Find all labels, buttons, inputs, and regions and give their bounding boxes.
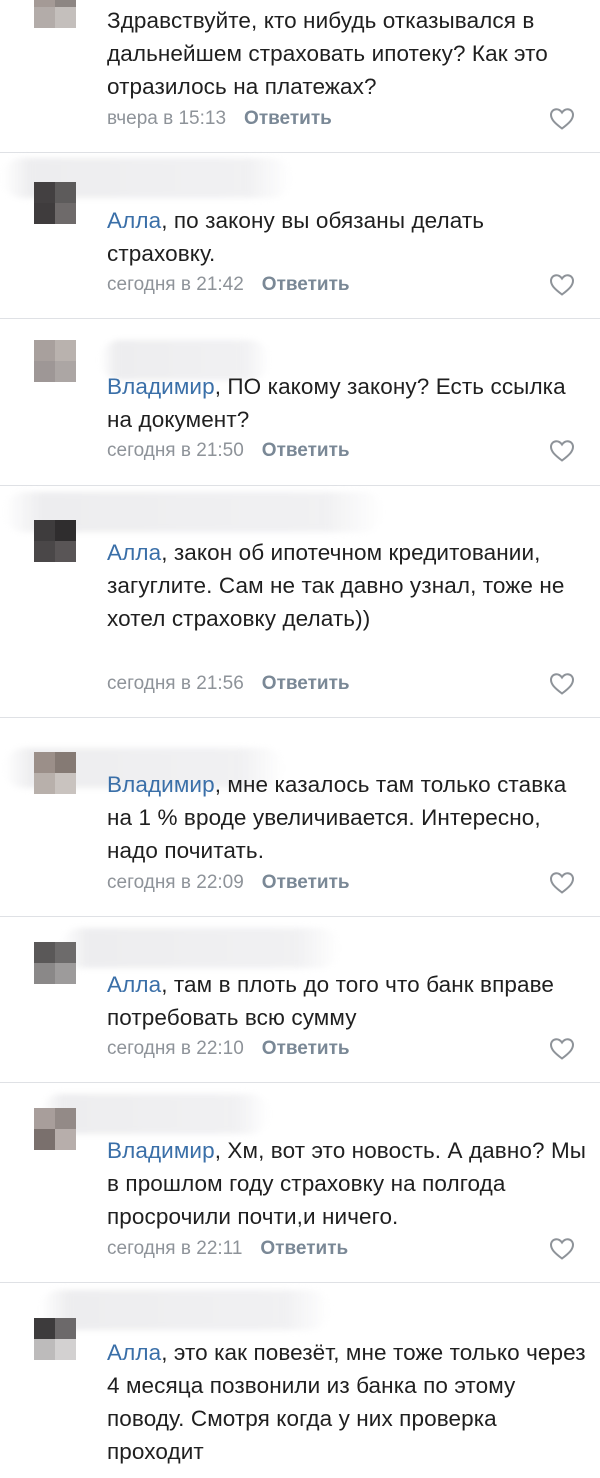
heart-outline-icon (549, 1038, 575, 1060)
avatar[interactable] (34, 942, 76, 984)
mention-link[interactable]: Алла (107, 540, 161, 565)
like-button[interactable] (549, 871, 575, 895)
comment-time: сегодня в 21:50 (107, 440, 244, 461)
avatar[interactable] (34, 182, 76, 224)
mention-link[interactable]: Алла (107, 1340, 161, 1365)
avatar[interactable] (34, 1108, 76, 1150)
divider (0, 1082, 600, 1083)
comment-meta: сегодня в 21:50 Ответить (107, 439, 350, 463)
like-button[interactable] (549, 1237, 575, 1261)
comment-text: Владимир, ПО какому закону? Есть ссылка … (107, 374, 566, 432)
like-button[interactable] (549, 107, 575, 131)
comment-meta: сегодня в 21:56 Ответить (107, 672, 350, 696)
mention-link[interactable]: Владимир (107, 374, 215, 399)
comment-time: сегодня в 22:09 (107, 872, 244, 893)
heart-outline-icon (549, 274, 575, 296)
comment-text: Алла, закон об ипотечном кредитовании, з… (107, 540, 565, 631)
like-button[interactable] (549, 273, 575, 297)
heart-outline-icon (549, 872, 575, 894)
comment-time: сегодня в 21:56 (107, 673, 244, 694)
comment-time: сегодня в 21:42 (107, 274, 244, 295)
reply-button[interactable]: Ответить (262, 1038, 350, 1059)
comment-meta: сегодня в 22:10 Ответить (107, 1037, 350, 1061)
divider (0, 1282, 600, 1283)
heart-outline-icon (549, 673, 575, 695)
reply-button[interactable]: Ответить (262, 673, 350, 694)
comment-text: Здравствуйте, кто нибудь отказывался в д… (107, 8, 548, 99)
comment-time: вчера в 15:13 (107, 108, 227, 129)
divider (0, 318, 600, 319)
heart-outline-icon (549, 108, 575, 130)
like-button[interactable] (549, 672, 575, 696)
comment-meta: сегодня в 22:09 Ответить (107, 871, 350, 895)
mention-link[interactable]: Владимир (107, 1138, 215, 1163)
divider (0, 916, 600, 917)
avatar[interactable] (34, 340, 76, 382)
mention-link[interactable]: Алла (107, 972, 161, 997)
comment-text: Владимир, Хм, вот это новость. А давно? … (107, 1138, 587, 1229)
redacted-author-name (40, 1290, 330, 1330)
comment-meta: сегодня в 22:11 Ответить (107, 1237, 348, 1261)
avatar[interactable] (34, 0, 76, 28)
comment-time: сегодня в 22:11 (107, 1238, 243, 1259)
avatar[interactable] (34, 752, 76, 794)
comment-text: Алла, там в плоть до того что банк вправ… (107, 972, 555, 1030)
like-button[interactable] (549, 439, 575, 463)
divider (0, 152, 600, 153)
reply-button[interactable]: Ответить (244, 108, 332, 129)
like-button[interactable] (549, 1037, 575, 1061)
divider (0, 717, 600, 718)
comment-meta: вчера в 15:13 Ответить (107, 107, 332, 131)
comment-meta: сегодня в 21:42 Ответить (107, 273, 350, 297)
mention-link[interactable]: Алла (107, 208, 161, 233)
reply-button[interactable]: Ответить (262, 872, 350, 893)
comment-text: Алла, это как повезёт, мне тоже только ч… (107, 1340, 586, 1464)
comment-text: Алла, по закону вы обязаны делать страхо… (107, 208, 485, 266)
redacted-author-name (60, 928, 340, 968)
reply-button[interactable]: Ответить (262, 440, 350, 461)
mention-link[interactable]: Владимир (107, 772, 215, 797)
comment-text: Владимир, мне казалось там только ставка… (107, 772, 567, 863)
heart-outline-icon (549, 1238, 575, 1260)
comment-time: сегодня в 22:10 (107, 1038, 244, 1059)
heart-outline-icon (549, 440, 575, 462)
avatar[interactable] (34, 1318, 76, 1360)
reply-button[interactable]: Ответить (262, 274, 350, 295)
avatar[interactable] (34, 520, 76, 562)
divider (0, 485, 600, 486)
reply-button[interactable]: Ответить (260, 1238, 348, 1259)
